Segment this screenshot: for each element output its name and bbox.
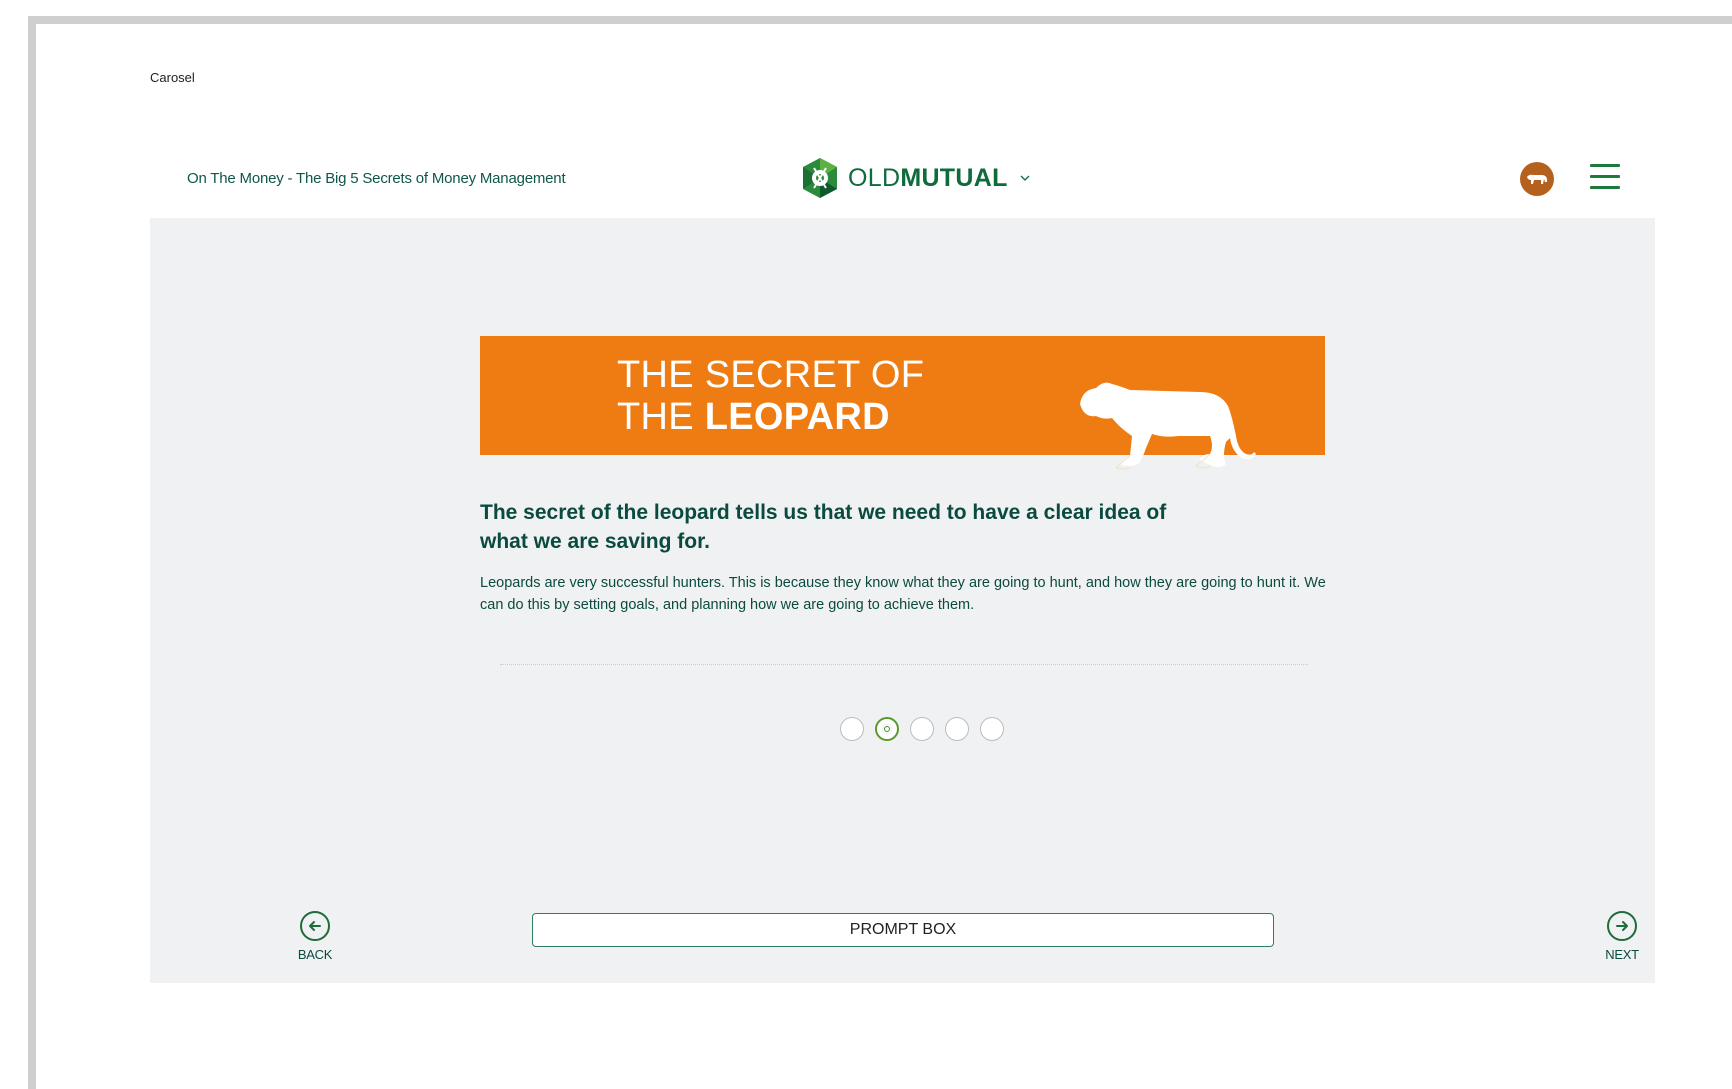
slide-headline: The secret of the leopard tells us that … [480, 501, 1167, 553]
carousel-dot-1[interactable] [840, 717, 864, 741]
banner-title-bold: LEOPARD [704, 396, 890, 438]
slide-banner: THE SECRET OF THE LEOPARD [480, 336, 1325, 470]
leopard-avatar-icon [1527, 174, 1547, 184]
avatar[interactable] [1520, 162, 1554, 196]
carousel-dot-3[interactable] [910, 717, 934, 741]
page-label: Carosel [150, 70, 195, 85]
logo-text-light: OLD [848, 163, 901, 192]
arrow-left-icon [309, 921, 321, 931]
slide-stage: THE SECRET OF THE LEOPARD The secret of … [150, 218, 1655, 983]
leopard-icon [1080, 382, 1256, 470]
banner-title-prefix: THE [617, 396, 705, 438]
carousel-dot-2-active[interactable] [875, 717, 899, 741]
next-label: NEXT [1605, 947, 1639, 962]
hamburger-menu-icon[interactable] [1590, 164, 1620, 192]
carousel-pagination [840, 717, 1004, 741]
carousel-dot-4[interactable] [945, 717, 969, 741]
carousel-dot-5[interactable] [980, 717, 1004, 741]
back-button[interactable]: BACK [295, 911, 335, 962]
old-mutual-logo-icon [803, 158, 837, 198]
course-title: On The Money - The Big 5 Secrets of Mone… [187, 170, 566, 187]
chevron-down-icon[interactable] [1020, 173, 1030, 183]
next-button[interactable]: NEXT [1602, 911, 1642, 962]
window-frame-left [28, 16, 36, 1089]
logo-text-bold: MUTUAL [900, 163, 1008, 192]
old-mutual-logo[interactable]: OLDMUTUAL [800, 154, 1030, 202]
divider [500, 664, 1308, 665]
arrow-right-icon [1616, 921, 1628, 931]
prompt-box[interactable]: PROMPT BOX [532, 913, 1274, 947]
window-frame-top [28, 16, 1732, 24]
slide-body-text: Leopards are very successful hunters. Th… [480, 575, 1326, 613]
back-label: BACK [297, 947, 333, 962]
banner-title-line2: THE LEOPARD [617, 396, 890, 439]
top-bar: On The Money - The Big 5 Secrets of Mone… [150, 140, 1655, 218]
banner-title-line1: THE SECRET OF [617, 354, 925, 396]
